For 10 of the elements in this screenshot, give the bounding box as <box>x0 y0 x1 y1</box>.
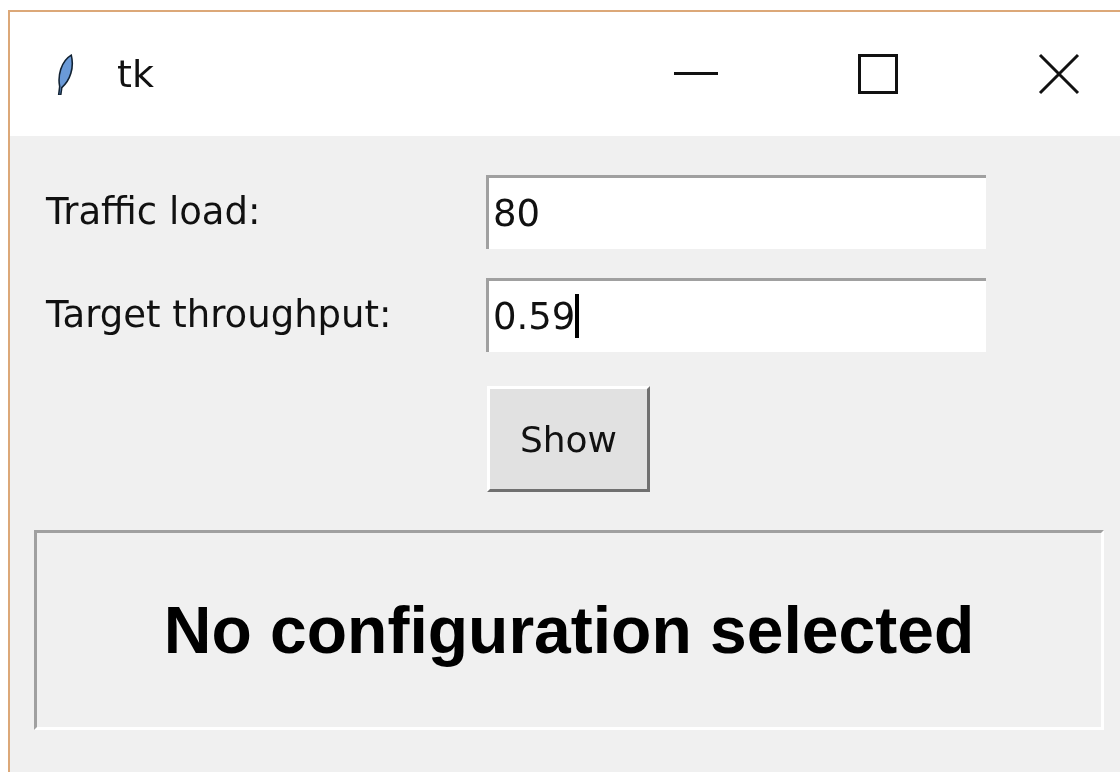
input-field[interactable]: 80 <box>486 174 986 249</box>
input-field[interactable]: 0.59 <box>486 277 986 352</box>
minimize-icon[interactable] <box>674 72 718 76</box>
maximize-icon[interactable] <box>858 54 898 94</box>
show-button[interactable]: Show <box>487 386 650 492</box>
window-title: tk <box>117 52 154 96</box>
field-label: Target throughput: <box>45 293 393 336</box>
close-icon[interactable] <box>1038 53 1080 95</box>
result-text: No configuration selected <box>163 592 975 668</box>
field-label: Traffic load: <box>45 190 262 233</box>
